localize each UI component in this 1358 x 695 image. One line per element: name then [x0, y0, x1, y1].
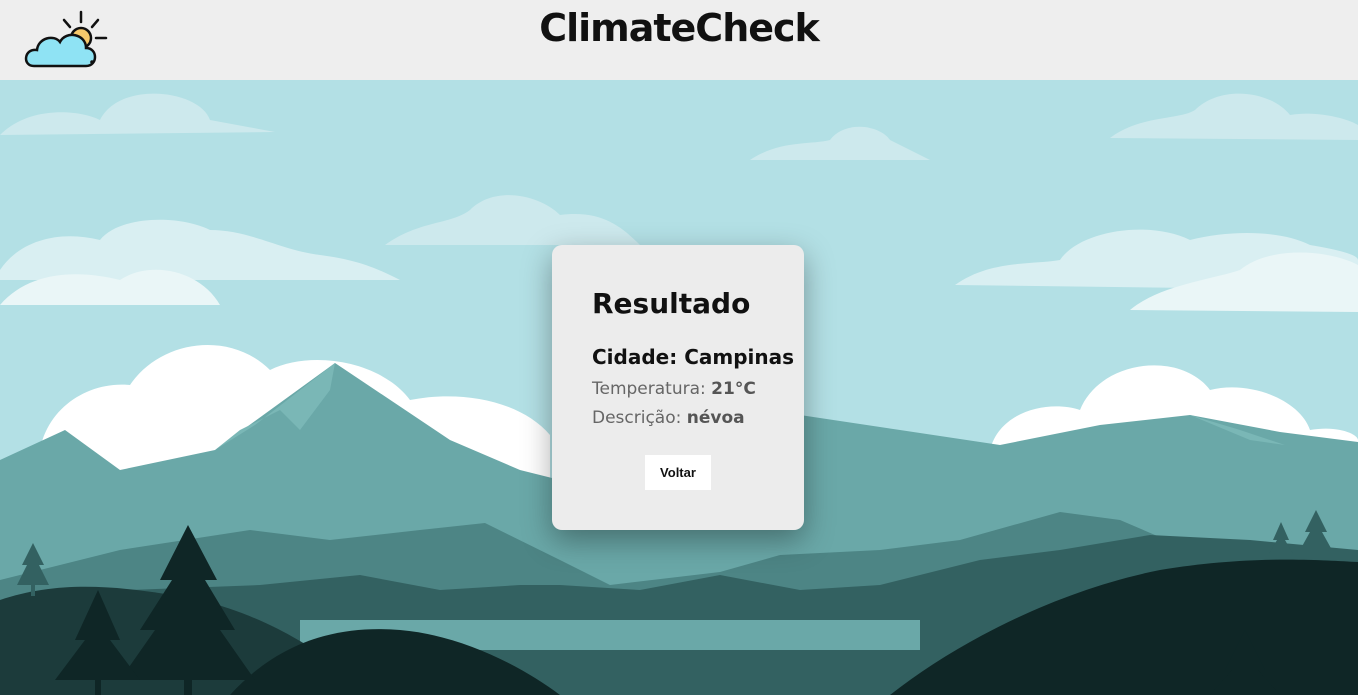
description-line: Descrição: névoa: [592, 408, 745, 428]
temperature-value: 21°C: [711, 379, 756, 399]
temperature-label: Temperatura:: [592, 379, 706, 399]
city-label: Cidade:: [592, 345, 678, 369]
city-value: Campinas: [684, 345, 795, 369]
back-button[interactable]: Voltar: [645, 455, 711, 490]
top-header: ClimateCheck: [0, 0, 1358, 80]
app-title: ClimateCheck: [539, 6, 820, 50]
temperature-line: Temperatura: 21°C: [592, 379, 756, 399]
city-line: Cidade: Campinas: [592, 345, 794, 369]
result-card: Resultado Cidade: Campinas Temperatura: …: [552, 245, 804, 530]
description-value: névoa: [686, 408, 745, 428]
description-label: Descrição:: [592, 408, 682, 428]
result-title: Resultado: [592, 287, 751, 320]
